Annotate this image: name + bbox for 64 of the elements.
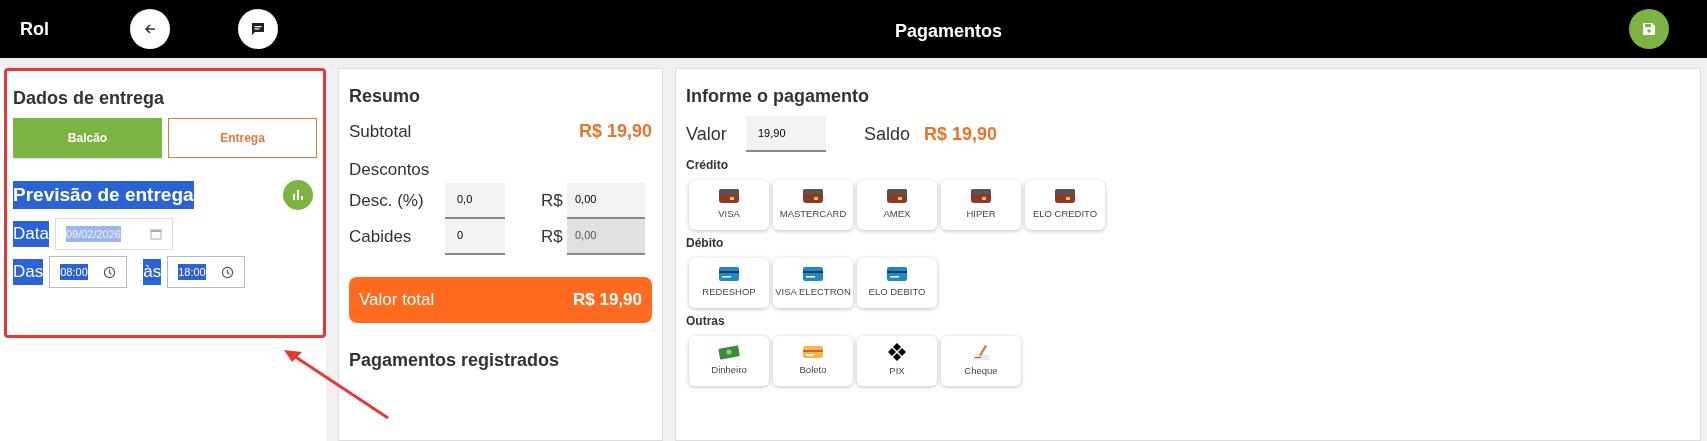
chat-button[interactable] (238, 9, 278, 49)
bar-chart-icon (292, 189, 304, 201)
credit-card-icon (886, 266, 908, 283)
wallet-icon (970, 188, 992, 205)
back-button[interactable] (130, 9, 170, 49)
save-button[interactable] (1629, 9, 1669, 49)
group-title: Outras (686, 313, 726, 330)
date-label: Data (13, 221, 49, 247)
section-title: Previsão de entrega (13, 180, 194, 210)
wallet-icon (1054, 188, 1076, 205)
total-label: Valor total (359, 288, 435, 311)
back-arrow-icon (143, 22, 157, 36)
calendar-icon (149, 228, 162, 240)
brand-name: Rol (20, 17, 50, 41)
payment-method-button[interactable]: HIPER (941, 180, 1021, 230)
clock-icon (221, 265, 235, 279)
payment-method-button[interactable]: Cheque (941, 336, 1021, 386)
payment-method-button[interactable]: ELO CREDITO (1025, 180, 1105, 230)
credit-card-icon (802, 266, 824, 283)
payment-method-button[interactable]: Boleto (773, 336, 853, 386)
chat-icon (251, 22, 265, 36)
payment-method-button[interactable]: PIX (857, 336, 937, 386)
pen-icon (971, 343, 991, 362)
time-field[interactable]: 08:00 (49, 256, 128, 288)
total-value: R$ 19,90 (573, 288, 642, 311)
saldo-value: R$ 19,90 (924, 122, 998, 146)
clock-icon (103, 265, 117, 279)
page-title: Pagamentos (895, 20, 1003, 43)
section-title: Pagamentos registrados (349, 348, 561, 372)
wallet-icon (718, 188, 740, 205)
wallet-icon (802, 188, 824, 205)
currency-label: R$ (541, 225, 564, 248)
section-title: Dados de entrega (13, 87, 166, 110)
amount-field[interactable]: 0,00 (567, 182, 645, 219)
currency-label: R$ (541, 189, 564, 212)
payment-method-button[interactable]: Dinheiro (689, 336, 769, 386)
time-label: Das (13, 259, 44, 285)
subtotal-value: R$ 19,90 (578, 120, 652, 143)
time-label: às (143, 259, 162, 285)
saldo-label: Saldo (864, 122, 911, 146)
section-title: Informe o pagamento (686, 85, 870, 108)
payment-method-button[interactable]: AMEX (857, 180, 937, 230)
payment-method-button[interactable]: ELO DEBITO (857, 258, 937, 308)
save-icon (1642, 22, 1656, 36)
subtotal-label: Subtotal (349, 120, 412, 143)
ticket-icon (802, 344, 824, 361)
valor-label: Valor (686, 122, 728, 146)
discounts-label: Descontos (349, 159, 431, 181)
banknote-icon (718, 344, 740, 361)
discount-label: Cabides (349, 225, 413, 248)
group-title: Débito (686, 235, 725, 252)
section-title: Resumo (349, 85, 421, 108)
discount-field[interactable]: 0,0 (445, 182, 505, 219)
wallet-icon (886, 188, 908, 205)
time-field[interactable]: 18:00 (167, 256, 246, 288)
group-title: Crédito (686, 157, 729, 174)
discount-label: Desc. (%) (349, 189, 425, 212)
payment-method-button[interactable]: REDESHOP (689, 258, 769, 308)
payment-method-button[interactable]: MASTERCARD (773, 180, 853, 230)
payment-method-button[interactable]: VISA ELECTRON (773, 258, 853, 308)
payment-method-button[interactable]: VISA (689, 180, 769, 230)
credit-card-icon (718, 266, 740, 283)
diamond-icon (888, 343, 906, 362)
valor-field[interactable]: 19,90 (746, 116, 826, 152)
